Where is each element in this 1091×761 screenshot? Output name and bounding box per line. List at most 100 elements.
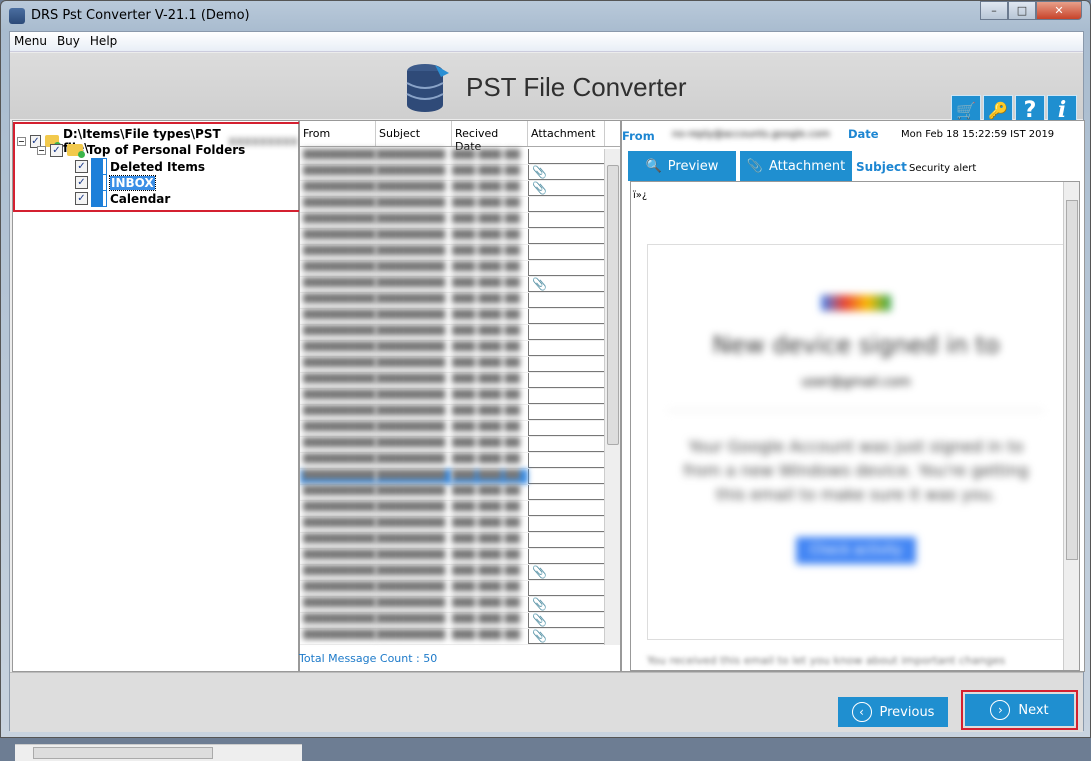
cell-subject: █████████ bbox=[376, 533, 446, 544]
table-row[interactable]: █████████████████████ ███ ███ ██ 📎 bbox=[300, 277, 605, 293]
paperclip-icon: 📎 bbox=[532, 565, 547, 579]
cell-subject: █████████ bbox=[376, 469, 452, 484]
folder-tree: −✓ D:\Items\File types\PST file\xxxxxxxx… bbox=[12, 120, 302, 761]
table-row[interactable]: █████████████████████ ███ ███ ██ 📎 bbox=[300, 565, 605, 581]
collapse-icon[interactable]: − bbox=[37, 145, 46, 155]
scroll-thumb[interactable] bbox=[607, 165, 619, 445]
checkbox[interactable]: ✓ bbox=[75, 192, 88, 205]
table-row[interactable]: ████████████████████████ ███ ██ bbox=[300, 421, 605, 437]
cell-attachment bbox=[528, 517, 605, 532]
app-header: PST File Converter 🛒 🔑 ? i bbox=[10, 53, 1083, 125]
collapse-icon[interactable]: − bbox=[17, 136, 26, 146]
horizontal-scrollbar[interactable] bbox=[15, 744, 302, 761]
cell-date: ███ ███ ██ bbox=[452, 517, 520, 528]
table-row[interactable]: ████████████████████████ ███ ██ bbox=[300, 309, 605, 325]
cell-from: ████████████ bbox=[303, 389, 376, 400]
table-row[interactable]: █████████████████████ ███ ███ ██ 📎 bbox=[300, 597, 605, 613]
table-row[interactable]: ████████████████████████ ███ ██ bbox=[300, 501, 605, 517]
cell-subject: █████████ bbox=[376, 197, 446, 208]
table-row[interactable]: ████████████████████████ ███ ██ bbox=[300, 197, 605, 213]
table-row[interactable]: ████████████████████████ ███ ██ bbox=[300, 485, 605, 501]
preview-scrollbar[interactable] bbox=[1063, 182, 1079, 670]
cell-attachment: 📎 bbox=[528, 613, 605, 628]
cell-date: ███ ███ ██ bbox=[452, 453, 520, 464]
col-attachment[interactable]: Attachment bbox=[528, 121, 605, 146]
google-logo-icon bbox=[821, 295, 891, 311]
folder-label: Calendar bbox=[110, 191, 171, 206]
table-row[interactable]: █████████████████████ ███ ███ ██ 📎 bbox=[300, 629, 605, 645]
col-subject[interactable]: Subject bbox=[376, 121, 452, 146]
checkbox[interactable]: ✓ bbox=[75, 176, 88, 189]
maximize-button[interactable]: □ bbox=[1008, 1, 1036, 20]
previous-button[interactable]: ‹ Previous bbox=[838, 697, 948, 727]
tree-top-folder[interactable]: − ✓ Top of Personal Folders bbox=[37, 143, 245, 158]
cell-attachment bbox=[528, 149, 605, 164]
title-bar: DRS Pst Converter V-21.1 (Demo) – □ ✕ bbox=[1, 1, 1090, 31]
table-row[interactable]: ████████████████████████ ███ ██ bbox=[300, 341, 605, 357]
cell-from: ████████████ bbox=[303, 629, 376, 640]
cell-attachment bbox=[528, 389, 605, 404]
cell-from: ████████████ bbox=[300, 469, 376, 484]
tree-item-calendar[interactable]: ✓ Calendar bbox=[75, 190, 171, 207]
cell-subject: █████████ bbox=[376, 501, 446, 512]
cell-subject: █████████ bbox=[376, 613, 446, 624]
tree-item-inbox[interactable]: ✓ INBOX bbox=[75, 174, 156, 191]
next-button[interactable]: › Next bbox=[965, 694, 1074, 726]
table-row[interactable]: ████████████████████████ ███ ██ bbox=[300, 357, 605, 373]
table-row[interactable]: ████████████████████████ ███ ██ bbox=[300, 469, 605, 485]
table-row[interactable]: ████████████████████████ ███ ██ bbox=[300, 373, 605, 389]
table-row[interactable]: ████████████████████████ ███ ██ bbox=[300, 325, 605, 341]
table-row[interactable]: ████████████████████████ ███ ██ bbox=[300, 549, 605, 565]
attachment-tab[interactable]: 📎 Attachment bbox=[740, 151, 852, 181]
cell-date: ███ ███ ██ bbox=[452, 565, 520, 576]
table-row[interactable]: ████████████████████████ ███ ██ bbox=[300, 261, 605, 277]
table-row[interactable]: ████████████████████████ ███ ██ bbox=[300, 581, 605, 597]
table-row[interactable]: ████████████████████████ ███ ██ bbox=[300, 437, 605, 453]
table-row[interactable]: █████████████████████ ███ ███ ██ 📎 bbox=[300, 181, 605, 197]
checkbox[interactable]: ✓ bbox=[50, 143, 63, 157]
cell-from: ████████████ bbox=[303, 245, 376, 256]
table-row[interactable]: ████████████████████████ ███ ██ bbox=[300, 453, 605, 469]
table-row[interactable]: ████████████████████████ ███ ██ bbox=[300, 149, 605, 165]
cell-attachment bbox=[528, 229, 605, 244]
table-row[interactable]: ████████████████████████ ███ ██ bbox=[300, 389, 605, 405]
from-value: no-reply@accounts.google.com bbox=[672, 129, 830, 140]
col-from[interactable]: From bbox=[300, 121, 376, 146]
table-row[interactable]: ████████████████████████ ███ ██ bbox=[300, 229, 605, 245]
folder-note-icon bbox=[91, 190, 107, 207]
minimize-button[interactable]: – bbox=[980, 1, 1008, 20]
menu-help[interactable]: Help bbox=[90, 34, 117, 49]
cell-subject: █████████ bbox=[376, 389, 446, 400]
table-row[interactable]: █████████████████████ ███ ███ ██ 📎 bbox=[300, 613, 605, 629]
scroll-thumb[interactable] bbox=[1066, 200, 1078, 560]
cell-date: ███ ███ ██ bbox=[452, 581, 520, 592]
list-header: From Subject Recived Date Attachment bbox=[300, 121, 620, 153]
preview-tab[interactable]: 🔍 Preview bbox=[628, 151, 736, 181]
col-date[interactable]: Recived Date bbox=[452, 121, 528, 153]
cell-from: ████████████ bbox=[303, 261, 376, 272]
vertical-scrollbar[interactable] bbox=[604, 149, 620, 645]
table-row[interactable]: ████████████████████████ ███ ██ bbox=[300, 213, 605, 229]
cell-attachment bbox=[528, 213, 605, 228]
table-row[interactable]: ████████████████████████ ███ ██ bbox=[300, 533, 605, 549]
table-row[interactable]: ████████████████████████ ███ ██ bbox=[300, 405, 605, 421]
cell-attachment bbox=[528, 357, 605, 372]
tree-item-deleted[interactable]: ✓ Deleted Items bbox=[75, 158, 205, 175]
table-row[interactable]: ████████████████████████ ███ ██ bbox=[300, 517, 605, 533]
table-row[interactable]: █████████████████████ ███ ███ ██ 📎 bbox=[300, 165, 605, 181]
cell-from: ████████████ bbox=[303, 597, 376, 608]
menu-buy[interactable]: Buy bbox=[57, 34, 80, 49]
checkbox[interactable]: ✓ bbox=[75, 160, 88, 173]
table-row[interactable]: ████████████████████████ ███ ██ bbox=[300, 245, 605, 261]
scroll-thumb[interactable] bbox=[33, 747, 213, 759]
email-text: Your Google Account was just signed in t… bbox=[683, 437, 1029, 504]
cell-from: ████████████ bbox=[303, 373, 376, 384]
table-row[interactable]: ████████████████████████ ███ ██ bbox=[300, 293, 605, 309]
total-message-count: Total Message Count : 50 bbox=[299, 652, 438, 665]
check-activity-button[interactable]: Check activity bbox=[795, 537, 917, 564]
menu-menu[interactable]: Menu bbox=[14, 34, 47, 49]
search-icon: 🔍 bbox=[645, 158, 662, 174]
close-button[interactable]: ✕ bbox=[1036, 1, 1082, 20]
cell-from: ████████████ bbox=[303, 565, 376, 576]
app-title: PST File Converter bbox=[466, 72, 687, 102]
